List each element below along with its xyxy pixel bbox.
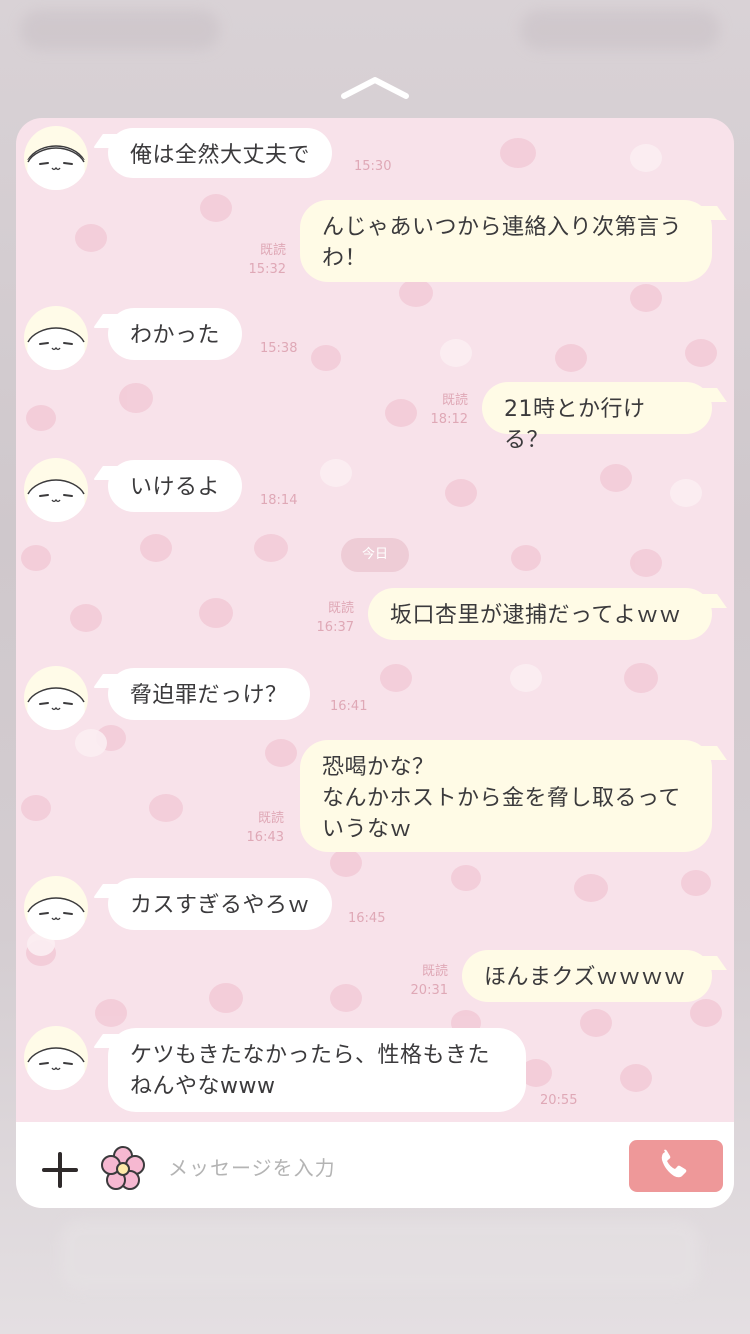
message-bubble-incoming[interactable]: わかった [108,308,243,360]
rabbit-avatar-icon [26,897,86,940]
read-receipt: 既読 [259,243,286,258]
message-time: 15:38 [260,341,298,356]
message-input-bar: メッセージを入力 [16,1122,734,1208]
message-bubble-outgoing[interactable]: んじゃあいつから連絡入り次第言うわ！ [300,200,712,282]
avatar[interactable] [24,666,88,730]
rabbit-avatar-icon [26,327,86,370]
background-blur [60,1220,700,1290]
message-input[interactable]: メッセージを入力 [168,1152,336,1181]
message-time: 16:37 [316,620,354,635]
message-bubble-incoming[interactable]: 脅迫罪だっけ？ [108,668,310,720]
message-time: 16:45 [348,911,386,926]
message-time: 15:30 [354,159,392,174]
rabbit-avatar-icon [26,145,86,190]
read-receipt: 既読 [327,601,354,616]
message-time: 18:14 [260,493,298,508]
rabbit-avatar-icon [26,479,86,522]
message-time: 15:32 [248,262,286,277]
rabbit-avatar-icon [26,1047,86,1090]
message-bubble-incoming[interactable]: 俺は全然大丈夫で [108,128,333,178]
call-button[interactable] [629,1140,723,1192]
background-blur [520,10,720,50]
message-bubble-outgoing[interactable]: ほんまクズｗｗｗｗ [462,950,712,1002]
read-receipt: 既読 [441,393,468,408]
chevron-up-icon[interactable] [340,72,410,102]
plus-icon[interactable] [42,1152,78,1188]
message-bubble-outgoing[interactable]: 恐喝かな？ なんかホストから金を脅し取るっていうなｗ [300,740,712,852]
rabbit-avatar-icon [26,687,86,730]
message-time: 16:43 [246,830,284,845]
avatar[interactable] [24,1026,88,1090]
avatar[interactable] [24,306,88,370]
phone-icon [661,1149,687,1178]
message-bubble-incoming[interactable]: カスすぎるやろｗ [108,878,333,930]
read-receipt: 既読 [257,811,284,826]
message-time: 18:12 [430,412,468,427]
avatar[interactable] [24,876,88,940]
chat-panel: 俺は全然大丈夫で 15:30 既読 15:32 んじゃあいつから連絡入り次第言う… [16,118,734,1208]
message-bubble-incoming[interactable]: いけるよ [108,460,243,512]
background-blur [20,10,220,50]
message-time: 16:41 [330,699,368,714]
message-bubble-outgoing[interactable]: 坂口杏里が逮捕だってよｗｗ [368,588,712,640]
message-bubble-incoming[interactable]: ケツもきたなかったら、性格もきたねんやなwww [108,1028,526,1112]
flower-icon[interactable] [100,1146,146,1192]
message-bubble-outgoing[interactable]: 21時とか行ける？ [482,382,712,453]
avatar[interactable] [24,126,88,190]
avatar[interactable] [24,458,88,522]
message-time: 20:31 [410,983,448,998]
message-time: 20:55 [540,1093,578,1108]
read-receipt: 既読 [421,964,448,979]
date-separator: 今日 [341,538,409,572]
